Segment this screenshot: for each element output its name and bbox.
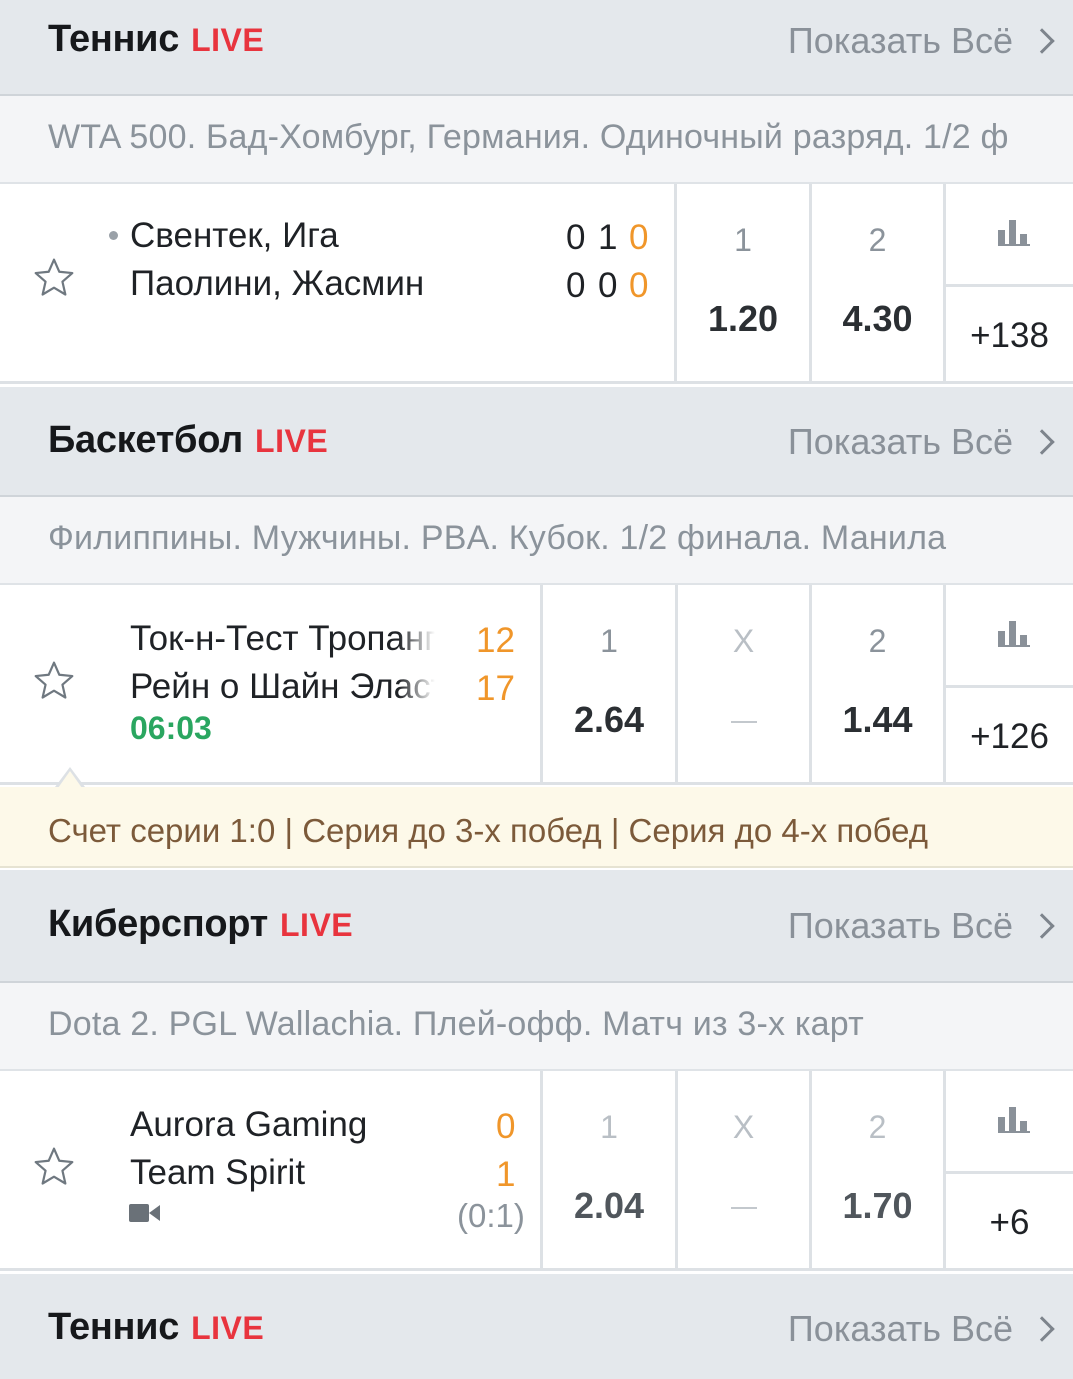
odd-value: 2.04 [573, 1185, 645, 1226]
odd-label: 1 [600, 1109, 618, 1145]
odd-label: 2 [868, 222, 887, 258]
show-all-link[interactable]: Показать Всё [788, 20, 1013, 62]
chevron-right-icon[interactable] [1029, 913, 1055, 939]
show-all-link[interactable]: Показать Всё [788, 905, 1013, 947]
odd-button-x[interactable]: X [675, 585, 809, 785]
chevron-right-icon[interactable] [1029, 429, 1055, 455]
section-header-tennis: Теннис LIVE Показать Всё [0, 0, 1073, 96]
odd-label: X [732, 1109, 755, 1145]
section-header-esports: Киберспорт LIVE Показать Всё [0, 870, 1073, 983]
sport-title: Теннис LIVE [48, 1306, 264, 1349]
map-score: (0:1) [457, 1197, 525, 1234]
team-2-score: 17 [476, 669, 515, 708]
odd-unavailable-dash [730, 1207, 757, 1209]
odd-value: 1.20 [707, 298, 779, 339]
show-all-link[interactable]: Показать Всё [788, 421, 1013, 463]
serve-indicator [109, 231, 118, 240]
set-score: 1 [598, 218, 618, 257]
odd-button-1[interactable]: 1 2.64 [540, 585, 675, 785]
set-score: 0 [566, 266, 586, 305]
match-time: 06:03 [130, 710, 212, 746]
stats-cell: +138 [943, 184, 1073, 384]
sport-name: Теннис [48, 1306, 180, 1348]
odd-label: 1 [600, 623, 618, 659]
game-score: 0 [629, 266, 649, 305]
bar-chart-icon [998, 1107, 1030, 1133]
set-score: 0 [566, 218, 586, 257]
league-bar[interactable]: Филиппины. Мужчины. PBA. Кубок. 1/2 фина… [0, 497, 1073, 585]
odd-button-1[interactable]: 1 1.20 [674, 184, 809, 384]
bar-chart-icon [998, 220, 1030, 246]
odd-button-2[interactable]: 2 4.30 [809, 184, 943, 384]
league-bar[interactable]: Dota 2. PGL Wallachia. Плей-офф. Матч из… [0, 983, 1073, 1071]
sport-title: Киберспорт LIVE [48, 903, 353, 946]
team-2-name: Team Spirit [130, 1153, 306, 1192]
series-info-text: Счет серии 1:0 | Серия до 3-х побед | Се… [48, 812, 928, 849]
stats-button[interactable] [946, 1071, 1073, 1174]
set-score: 0 [598, 266, 618, 305]
odd-label: 2 [868, 1109, 887, 1145]
live-badge: LIVE [280, 907, 354, 943]
bar-chart-icon [998, 621, 1030, 647]
league-bar[interactable]: WTA 500. Бад-Хомбург, Германия. Одиночны… [0, 96, 1073, 184]
section-header-basketball: Баскетбол LIVE Показать Всё [0, 387, 1073, 497]
live-badge: LIVE [191, 1310, 265, 1346]
live-badge: LIVE [255, 423, 329, 459]
info-pointer-fill [58, 771, 82, 788]
league-name: WTA 500. Бад-Хомбург, Германия. Одиночны… [48, 118, 1009, 156]
odd-value: 1.70 [842, 1185, 913, 1226]
sport-title: Теннис LIVE [48, 18, 264, 61]
odd-label: 1 [734, 222, 752, 258]
team-1-score: 0 [496, 1107, 516, 1146]
sport-name: Теннис [48, 18, 180, 60]
team-2-name: Паолини, Жасмин [130, 264, 425, 303]
series-info-bar: Счет серии 1:0 | Серия до 3-х побед | Се… [0, 787, 1073, 868]
video-camera-icon[interactable] [129, 1203, 161, 1223]
odd-button-x[interactable]: X [675, 1071, 809, 1271]
team-2-score: 1 [496, 1155, 516, 1194]
stats-button[interactable] [946, 585, 1073, 688]
star-icon[interactable] [32, 659, 76, 703]
more-markets-button[interactable]: +6 [946, 1203, 1073, 1243]
more-markets-button[interactable]: +138 [946, 316, 1073, 356]
event-row[interactable]: Ток-н-Тест Тропанг Рейн о Шайн Эласто 06… [0, 585, 1073, 785]
team-2-name: Рейн о Шайн Эласто [130, 667, 435, 706]
live-badge: LIVE [191, 22, 265, 58]
stats-cell: +6 [943, 1071, 1073, 1271]
event-row[interactable]: Свентек, Ига Паолини, Жасмин 0 1 0 0 0 0… [0, 184, 1073, 384]
more-markets-button[interactable]: +126 [946, 717, 1073, 757]
odd-label: 2 [868, 623, 887, 659]
show-all-link[interactable]: Показать Всё [788, 1308, 1013, 1350]
star-icon[interactable] [32, 256, 76, 300]
odd-value: 1.44 [842, 699, 913, 740]
league-name: Филиппины. Мужчины. PBA. Кубок. 1/2 фина… [48, 519, 947, 557]
odd-unavailable-dash [730, 721, 757, 723]
odd-label: X [732, 623, 755, 659]
team-1-score: 12 [476, 621, 515, 660]
team-1-name: Свентек, Ига [130, 216, 339, 255]
chevron-right-icon[interactable] [1029, 1316, 1055, 1342]
star-icon[interactable] [32, 1145, 76, 1189]
event-row[interactable]: Aurora Gaming Team Spirit 0 1 (0:1) 1 2.… [0, 1071, 1073, 1271]
team-1-name: Ток-н-Тест Тропанг [130, 619, 435, 658]
sport-name: Баскетбол [48, 419, 244, 461]
stats-cell: +126 [943, 585, 1073, 785]
game-score: 0 [629, 218, 649, 257]
chevron-right-icon[interactable] [1029, 28, 1055, 54]
odd-button-2[interactable]: 2 1.70 [809, 1071, 943, 1271]
team-1-name: Aurora Gaming [130, 1105, 368, 1144]
odd-value: 2.64 [573, 699, 645, 740]
stats-button[interactable] [946, 184, 1073, 287]
odd-button-2[interactable]: 2 1.44 [809, 585, 943, 785]
sport-title: Баскетбол LIVE [48, 419, 328, 462]
league-name: Dota 2. PGL Wallachia. Плей-офф. Матч из… [48, 1005, 864, 1043]
odd-value: 4.30 [842, 298, 913, 339]
odd-button-1[interactable]: 1 2.04 [540, 1071, 675, 1271]
sport-name: Киберспорт [48, 903, 268, 945]
section-header-tennis-2: Теннис LIVE Показать Всё [0, 1274, 1073, 1379]
